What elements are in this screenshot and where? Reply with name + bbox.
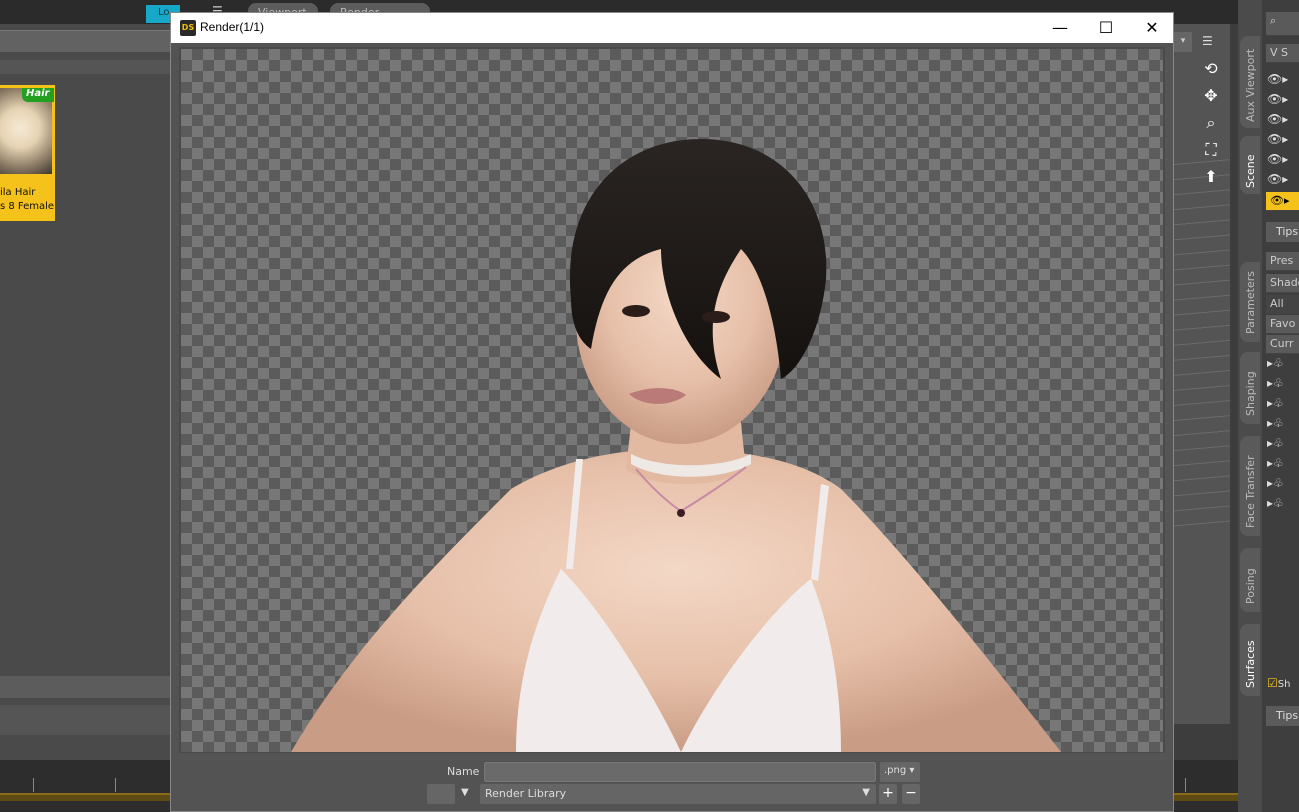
visibility-icon[interactable]: 👁▸ [1267, 92, 1297, 110]
scene-selected-item[interactable]: 👁▸ [1266, 192, 1299, 211]
canvas-vertical-scrollbar[interactable] [1165, 47, 1173, 753]
content-subtoolbar [0, 60, 170, 74]
content-footer-bar [0, 705, 170, 735]
scene-header: V S [1266, 44, 1299, 63]
tab-shaping[interactable]: Shaping [1240, 352, 1260, 424]
visibility-icon[interactable]: 👁▸ [1267, 72, 1297, 90]
tab-parameters[interactable]: Parameters [1240, 262, 1260, 342]
window-title-bar[interactable]: DS Render(1/1) — ☐ ✕ [171, 13, 1173, 43]
tab-face-transfer[interactable]: Face Transfer [1240, 436, 1260, 536]
content-item-hair[interactable]: Hair ila Hair s 8 Female [0, 85, 55, 221]
daz-studio-icon: DS [180, 20, 196, 36]
frame-icon[interactable]: ⛶ [1200, 139, 1222, 161]
close-button[interactable]: ✕ [1129, 13, 1175, 43]
visibility-icon[interactable]: 👁▸ [1267, 132, 1297, 150]
window-title: Render(1/1) [200, 20, 265, 34]
rendered-figure [291, 139, 1061, 752]
show-checkbox[interactable]: ☑Sh [1267, 676, 1297, 694]
shader-group-icon[interactable]: ▸♧ [1267, 436, 1297, 454]
tab-aux-viewport[interactable]: Aux Viewport [1240, 36, 1260, 128]
visibility-icon[interactable]: 👁▸ [1267, 172, 1297, 190]
visibility-icon[interactable]: 👁▸ [1267, 112, 1297, 130]
zoom-icon[interactable]: ⌕ [1200, 112, 1222, 134]
visibility-icon[interactable]: 👁▸ [1267, 152, 1297, 170]
tab-surfaces[interactable]: Surfaces [1240, 624, 1260, 696]
presets-header[interactable]: Pres [1266, 252, 1299, 271]
library-select-value: Render Library [485, 787, 567, 800]
shader-group-icon[interactable]: ▸♧ [1267, 456, 1297, 474]
shader-group-icon[interactable]: ▸♧ [1267, 416, 1297, 434]
canvas-horizontal-scrollbar[interactable] [179, 753, 1167, 761]
content-item-label: s 8 Female [0, 201, 55, 212]
render-canvas-frame [179, 47, 1173, 753]
viewport-camera-dropdown[interactable]: ▾ [1174, 32, 1192, 52]
minimize-button[interactable]: — [1037, 13, 1083, 43]
library-image-icon[interactable] [427, 784, 455, 804]
tab-posing[interactable]: Posing [1240, 548, 1260, 612]
content-item-label: ila Hair [0, 187, 36, 198]
shader-group-icon[interactable]: ▸♧ [1267, 396, 1297, 414]
scene-search[interactable]: ⌕ [1266, 12, 1299, 36]
pan-icon[interactable]: ✥ [1200, 85, 1222, 107]
filter-favorites[interactable]: Favo [1266, 315, 1299, 334]
name-input[interactable] [484, 762, 876, 782]
add-library-button[interactable]: + [879, 784, 897, 804]
shader-group-icon[interactable]: ▸♧ [1267, 356, 1297, 374]
maximize-button[interactable]: ☐ [1083, 13, 1129, 43]
format-select[interactable]: .png ▾ [880, 762, 920, 782]
orbit-icon[interactable]: ⟲ [1200, 58, 1222, 80]
hair-badge: Hair [22, 88, 54, 102]
filter-all[interactable]: All [1266, 295, 1299, 314]
render-window: DS Render(1/1) — ☐ ✕ Name: .png ▾ ▼ Ren… [170, 12, 1174, 812]
tips-button[interactable]: Tips [1266, 222, 1299, 242]
timeline-tick [1185, 778, 1186, 792]
remove-library-button[interactable]: − [902, 784, 920, 804]
content-footer-bar [0, 676, 170, 698]
viewport-grid [1174, 150, 1230, 530]
render-library-select[interactable]: Render Library ▼ [480, 784, 876, 804]
viewport-menu-icon[interactable]: ☰ [1202, 34, 1213, 48]
timeline-tick [33, 778, 34, 792]
name-label: Name : [447, 765, 487, 778]
render-canvas[interactable] [181, 49, 1163, 752]
shader-group-icon[interactable]: ▸♧ [1267, 496, 1297, 514]
shader-group-icon[interactable]: ▸♧ [1267, 376, 1297, 394]
view-icon[interactable]: ⬆ [1200, 166, 1222, 188]
tips-button-2[interactable]: Tips [1266, 706, 1299, 726]
tab-scene[interactable]: Scene [1240, 136, 1260, 194]
content-toolbar [0, 30, 170, 52]
chevron-down-icon: ▼ [862, 787, 870, 798]
timeline-tick [115, 778, 116, 792]
shader-group-icon[interactable]: ▸♧ [1267, 476, 1297, 494]
shader-header[interactable]: Shade [1266, 274, 1299, 293]
library-icon-dropdown[interactable]: ▼ [461, 787, 469, 798]
filter-current[interactable]: Curr [1266, 335, 1299, 354]
